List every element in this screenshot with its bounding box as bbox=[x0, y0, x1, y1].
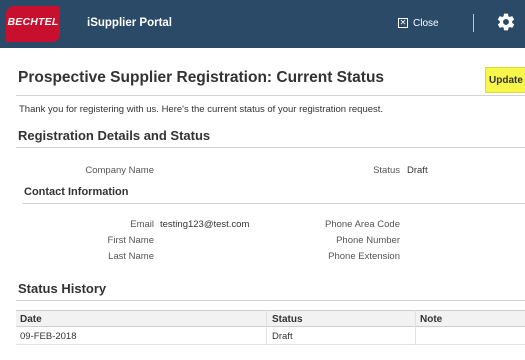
status-label: Status bbox=[373, 165, 400, 176]
last-name-label: Last Name bbox=[108, 251, 154, 262]
phone-extension-label: Phone Extension bbox=[328, 251, 400, 262]
table-header-row: Date Status Note bbox=[16, 310, 525, 327]
column-header-date[interactable]: Date bbox=[20, 314, 42, 325]
app-title: iSupplier Portal bbox=[87, 17, 172, 29]
email-label: Email bbox=[130, 219, 154, 230]
column-header-status[interactable]: Status bbox=[272, 314, 303, 325]
column-header-note[interactable]: Note bbox=[420, 314, 442, 325]
column-divider bbox=[266, 310, 267, 345]
registration-divider bbox=[16, 147, 525, 148]
status-history-divider bbox=[16, 300, 525, 301]
page-title: Prospective Supplier Registration: Curre… bbox=[18, 69, 385, 86]
company-name-label: Company Name bbox=[85, 165, 154, 176]
logo-text: BECHTEL bbox=[7, 16, 59, 28]
status-value: Draft bbox=[407, 165, 428, 176]
close-icon: ✕ bbox=[398, 18, 408, 28]
row-date: 09-FEB-2018 bbox=[20, 331, 77, 342]
gear-icon[interactable] bbox=[496, 12, 516, 32]
row-status: Draft bbox=[272, 331, 293, 342]
update-button[interactable]: Update bbox=[485, 67, 525, 93]
intro-text: Thank you for registering with us. Here'… bbox=[19, 104, 384, 115]
column-divider bbox=[415, 310, 416, 345]
contact-heading: Contact Information bbox=[24, 186, 129, 198]
registration-heading: Registration Details and Status bbox=[18, 128, 211, 143]
header-bar: BECHTEL iSupplier Portal ✕ Close bbox=[0, 0, 525, 48]
contact-divider bbox=[22, 203, 525, 204]
title-divider bbox=[16, 95, 525, 96]
email-value: testing123@test.com bbox=[160, 219, 250, 230]
close-link[interactable]: ✕ Close bbox=[398, 16, 439, 30]
bechtel-logo[interactable]: BECHTEL bbox=[6, 6, 60, 42]
first-name-label: First Name bbox=[107, 235, 154, 246]
close-label: Close bbox=[413, 17, 439, 29]
header-divider bbox=[473, 14, 474, 32]
status-history-heading: Status History bbox=[18, 281, 107, 296]
phone-number-label: Phone Number bbox=[336, 235, 400, 246]
table-row: 09-FEB-2018 Draft bbox=[16, 327, 525, 345]
phone-area-code-label: Phone Area Code bbox=[324, 219, 400, 230]
